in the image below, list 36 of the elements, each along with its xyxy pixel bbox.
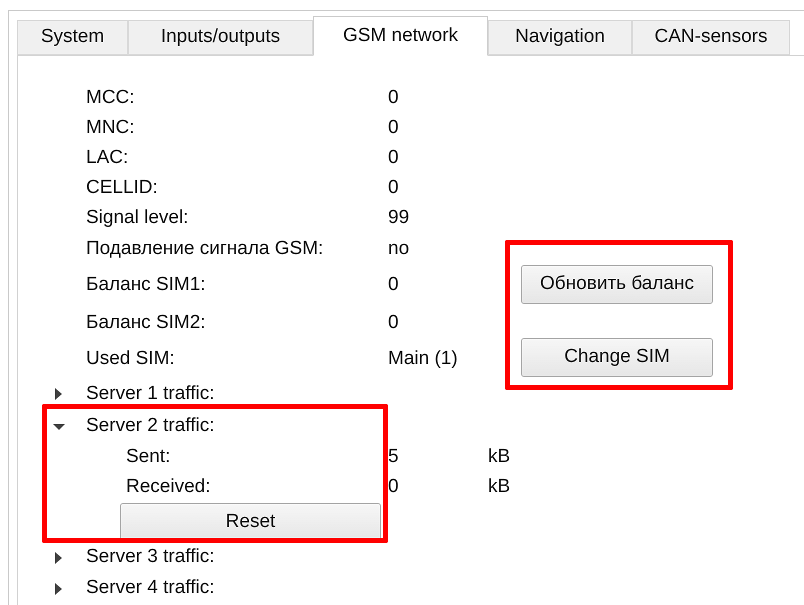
tab[interactable]: System bbox=[17, 20, 128, 55]
tab[interactable]: Inputs/outputs bbox=[128, 20, 313, 55]
field-label: Signal level: bbox=[86, 206, 190, 230]
field-label: LAC: bbox=[86, 146, 130, 170]
tree-item-label[interactable]: Server 1 traffic: bbox=[86, 380, 214, 408]
field-label: Баланс SIM1: bbox=[86, 272, 207, 297]
field-value: 99 bbox=[388, 206, 410, 230]
tree-item-label[interactable]: Server 2 traffic: bbox=[86, 412, 214, 441]
tree-item-label[interactable]: Server 4 traffic: bbox=[86, 574, 214, 603]
tab[interactable]: CAN-sensors bbox=[632, 20, 790, 55]
field-label: MNC: bbox=[86, 116, 136, 140]
field-value: 0 bbox=[388, 146, 399, 170]
action-button[interactable]: Обновить баланс bbox=[521, 265, 713, 304]
field-value: 0 bbox=[388, 176, 399, 200]
field-label: MCC: bbox=[86, 86, 136, 110]
field-value: 0 bbox=[388, 86, 399, 110]
field-label: Баланс SIM2: bbox=[86, 310, 207, 335]
field-label: Sent: bbox=[126, 444, 172, 469]
field-label: Used SIM: bbox=[86, 346, 176, 371]
tree-item-label[interactable]: Server 3 traffic: bbox=[86, 543, 214, 572]
field-label: CELLID: bbox=[86, 176, 159, 200]
field-value: 0 bbox=[388, 310, 399, 335]
field-value: 0 bbox=[388, 474, 400, 499]
unit-label: kB bbox=[488, 474, 510, 499]
field-value: Main (1) bbox=[388, 346, 458, 371]
field-value: 0 bbox=[388, 272, 399, 297]
field-label: Received: bbox=[126, 474, 212, 499]
field-value: 0 bbox=[388, 116, 399, 140]
field-label: Подавление сигнала GSM: bbox=[86, 236, 324, 261]
field-value: no bbox=[388, 236, 410, 261]
tab[interactable]: Navigation bbox=[488, 20, 632, 55]
tab[interactable]: GSM network bbox=[313, 16, 488, 56]
action-button[interactable]: Change SIM bbox=[521, 338, 713, 377]
unit-label: kB bbox=[488, 444, 510, 469]
field-value: 5 bbox=[388, 444, 400, 469]
reset-button[interactable]: Reset bbox=[120, 503, 381, 541]
